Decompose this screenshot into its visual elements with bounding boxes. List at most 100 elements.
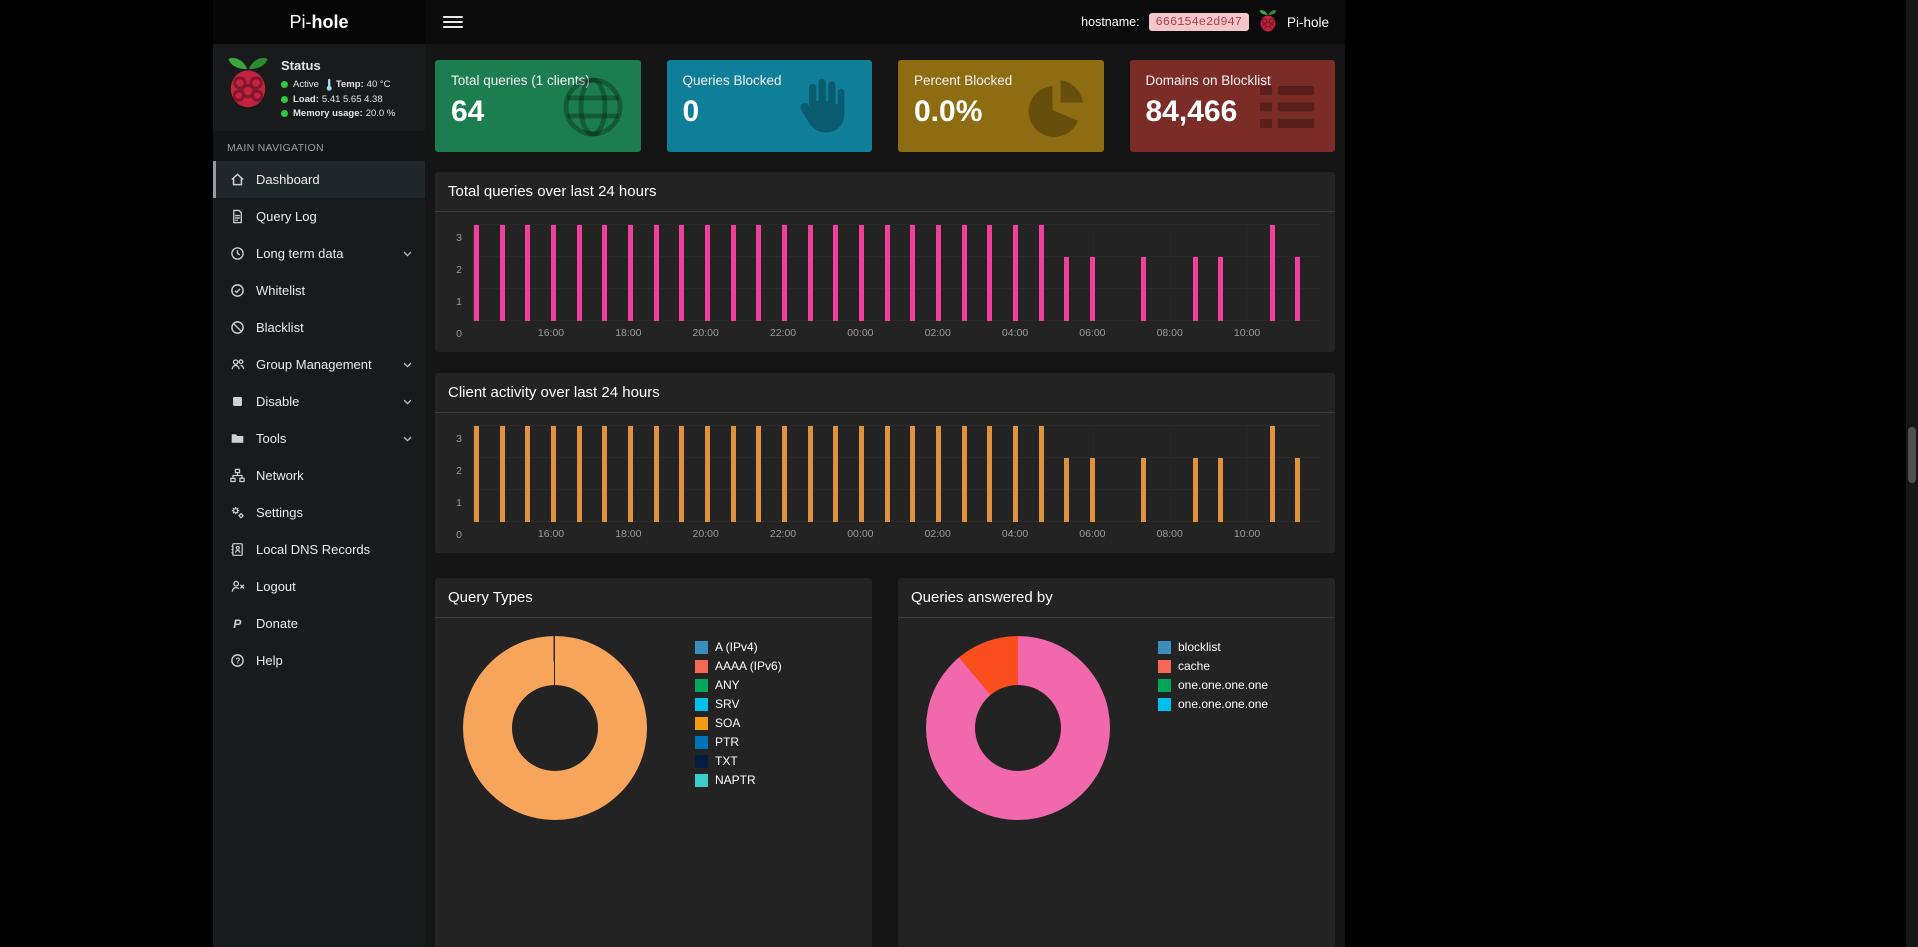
product-name-link[interactable]: Pi-hole [1287,15,1329,30]
x-axis: 16:0018:0020:0022:0000:0002:0004:0006:00… [473,325,1321,343]
legend-swatch [1158,679,1171,692]
ban-icon [229,320,246,335]
sidebar-item-long-term-data[interactable]: Long term data [213,235,425,272]
sidebar-item-disable[interactable]: Disable [213,383,425,420]
legend-swatch [695,717,708,730]
legend-item[interactable]: one.one.one.one [1158,678,1268,692]
client-activity-chart: 0123 16:0018:0020:0022:0000:0002:0004:00… [449,426,1321,544]
list-icon [1251,71,1323,143]
folder-icon [229,431,246,446]
legend-swatch [1158,641,1171,654]
total-queries-card: Total queries (1 clients) 64 [435,60,641,152]
nav-section-label: MAIN NAVIGATION [213,131,425,161]
raspberry-icon [1258,9,1278,36]
legend-label: TXT [715,754,738,768]
summary-cards: Total queries (1 clients) 64 Queries Blo… [435,60,1335,152]
sidebar-item-label: Logout [256,579,296,594]
legend-swatch [695,698,708,711]
sidebar-item-group-management[interactable]: Group Management [213,346,425,383]
users-icon [229,357,246,372]
status-row-memory: Memory usage: 20.0 % [281,108,395,119]
sidebar-item-tools[interactable]: Tools [213,420,425,457]
status-active-label: Active [293,79,319,90]
sidebar-item-label: Whitelist [256,283,305,298]
sidebar-item-blacklist[interactable]: Blacklist [213,309,425,346]
legend-label: SRV [715,697,739,711]
chevron-down-icon [402,359,413,370]
hostname-badge: 666154e2d947 [1149,13,1249,31]
status-info: Status Active Temp: 40 °C Load: 5.41 5.6… [281,55,395,122]
sidebar-item-help[interactable]: ? Help [213,642,425,679]
legend-label: one.one.one.one [1178,697,1268,711]
legend-item[interactable]: A (IPv4) [695,640,782,654]
sidebar-item-label: Group Management [256,357,372,372]
sidebar-item-label: Tools [256,431,286,446]
sidebar-item-query-log[interactable]: Query Log [213,198,425,235]
y-axis: 0123 [449,439,469,535]
paypal-icon: P [229,616,246,631]
svg-text:P: P [233,617,242,631]
sidebar-item-label: Help [256,653,283,668]
status-title: Status [281,58,395,73]
sidebar-item-network[interactable]: Network [213,457,425,494]
x-axis: 16:0018:0020:0022:0000:0002:0004:0006:00… [473,526,1321,544]
network-icon [229,468,246,483]
legend-label: one.one.one.one [1178,678,1268,692]
legend-item[interactable]: one.one.one.one [1158,697,1268,711]
queries-answered-legend: blocklist cache one.one.one.one one.one.… [1158,634,1268,820]
load-value: 5.41 5.65 4.38 [322,94,383,105]
sidebar-item-label: Donate [256,616,298,631]
legend-item[interactable]: SOA [695,716,782,730]
sidebar-item-whitelist[interactable]: Whitelist [213,272,425,309]
legend-item[interactable]: NAPTR [695,773,782,787]
legend-label: ANY [715,678,740,692]
sidebar-item-label: Dashboard [256,172,320,187]
sidebar-item-local-dns-records[interactable]: Local DNS Records [213,531,425,568]
legend-label: blocklist [1178,640,1221,654]
sidebar-item-logout[interactable]: Logout [213,568,425,605]
status-row-load: Load: 5.41 5.65 4.38 [281,94,395,105]
sidebar: Status Active Temp: 40 °C Load: 5.41 5.6… [213,44,425,947]
chart-plot-area [473,225,1321,321]
load-label: Load: [293,94,319,105]
hand-icon [788,71,860,143]
scrollbar-track[interactable] [1906,0,1918,947]
domains-blocklist-card: Domains on Blocklist 84,466 [1130,60,1336,152]
chart-plot-area [473,426,1321,522]
navbar: hostname: 666154e2d947 Pi-hole [425,0,1345,44]
legend-swatch [1158,698,1171,711]
hamburger-icon[interactable] [443,16,463,28]
hostname-label: hostname: [1081,15,1139,29]
sidebar-item-dashboard[interactable]: Dashboard [213,161,425,198]
panel-title: Total queries over last 24 hours [435,172,1335,212]
sidebar-item-donate[interactable]: P Donate [213,605,425,642]
sidebar-item-label: Local DNS Records [256,542,370,557]
address-book-icon [229,542,246,557]
panel-title: Query Types [435,578,872,618]
legend-item[interactable]: cache [1158,659,1268,673]
thermometer-icon [325,78,333,91]
navbar-right: hostname: 666154e2d947 Pi-hole [1081,9,1329,36]
scrollbar-thumb[interactable] [1908,427,1916,483]
pihole-logo-icon [225,55,271,122]
pihole-app: Pi-hole hostname: 666154e2d947 [213,0,1345,947]
legend-item[interactable]: ANY [695,678,782,692]
gears-icon [229,505,246,520]
memory-label: Memory usage: [293,108,363,119]
total-queries-chart: 0123 16:0018:0020:0022:0000:0002:0004:00… [449,225,1321,343]
sidebar-item-label: Query Log [256,209,317,224]
legend-label: NAPTR [715,773,756,787]
legend-item[interactable]: blocklist [1158,640,1268,654]
legend-item[interactable]: AAAA (IPv6) [695,659,782,673]
legend-label: cache [1178,659,1210,673]
donut-hole [512,685,598,771]
query-types-legend: A (IPv4) AAAA (IPv6) ANY SRV SOA PTR TXT… [695,634,782,820]
legend-item[interactable]: SRV [695,697,782,711]
sidebar-item-settings[interactable]: Settings [213,494,425,531]
legend-item[interactable]: TXT [695,754,782,768]
help-icon: ? [229,653,246,668]
legend-swatch [695,774,708,787]
chevron-down-icon [402,248,413,259]
brand-link[interactable]: Pi-hole [213,0,425,44]
legend-item[interactable]: PTR [695,735,782,749]
